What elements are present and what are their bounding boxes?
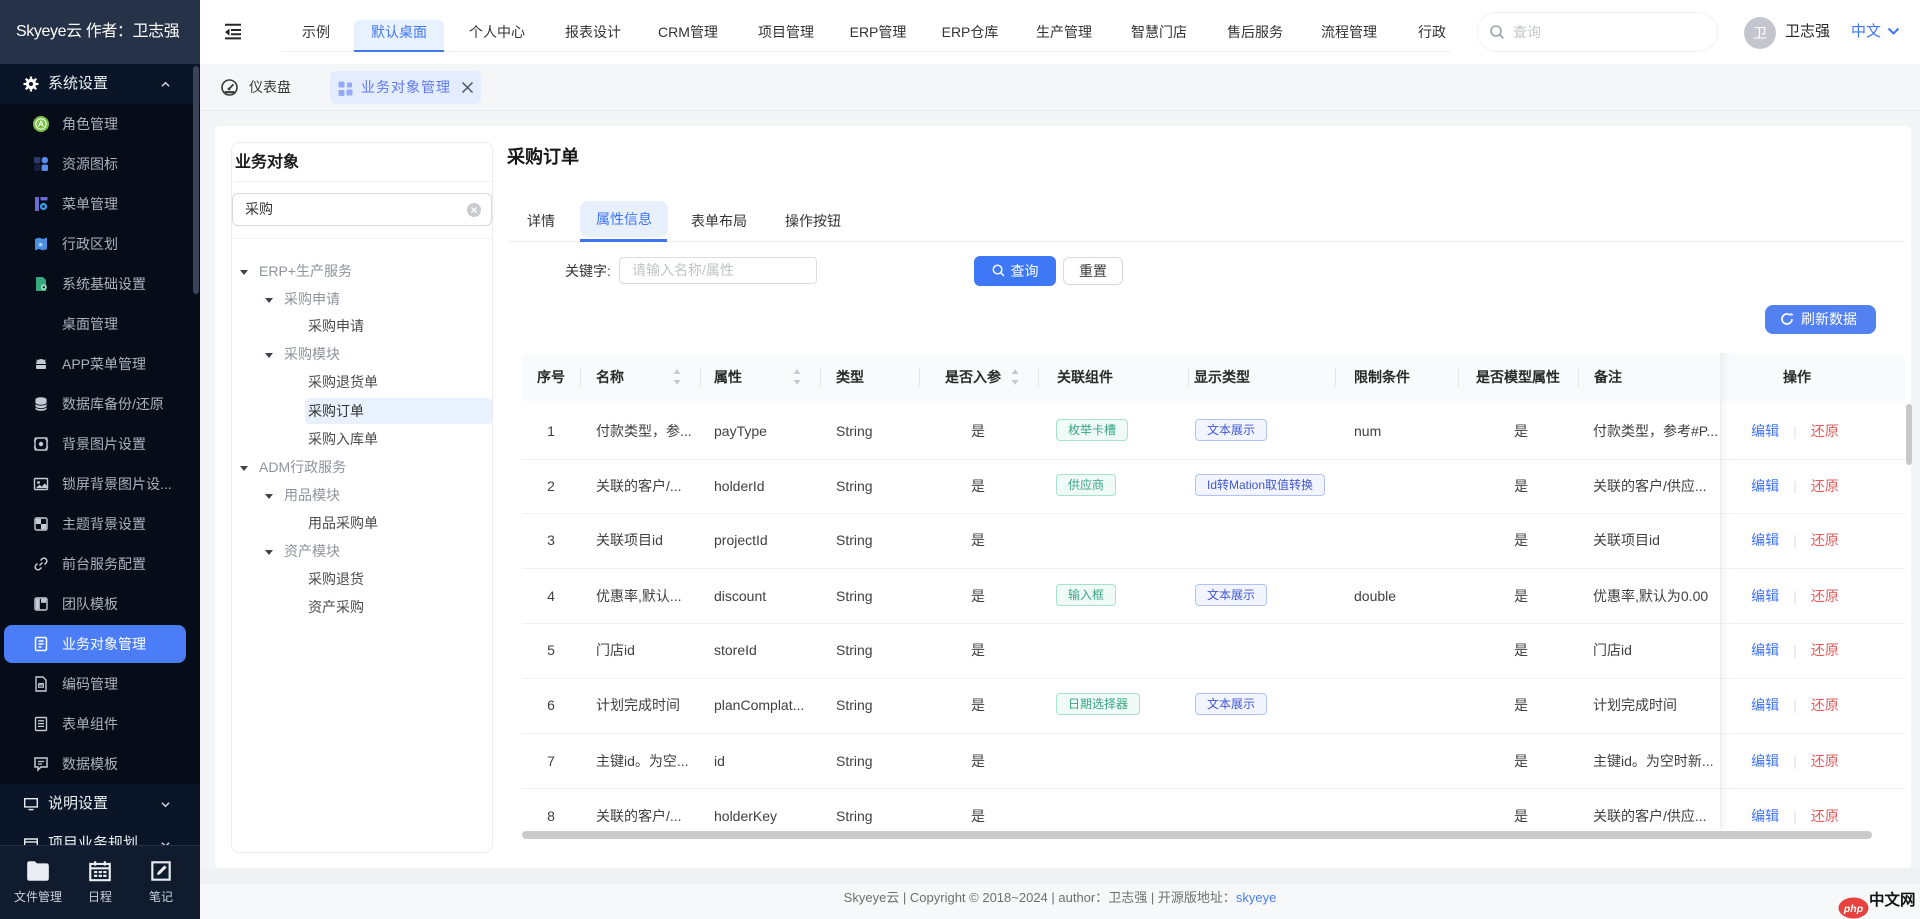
svg-text:php: php xyxy=(1843,903,1864,915)
